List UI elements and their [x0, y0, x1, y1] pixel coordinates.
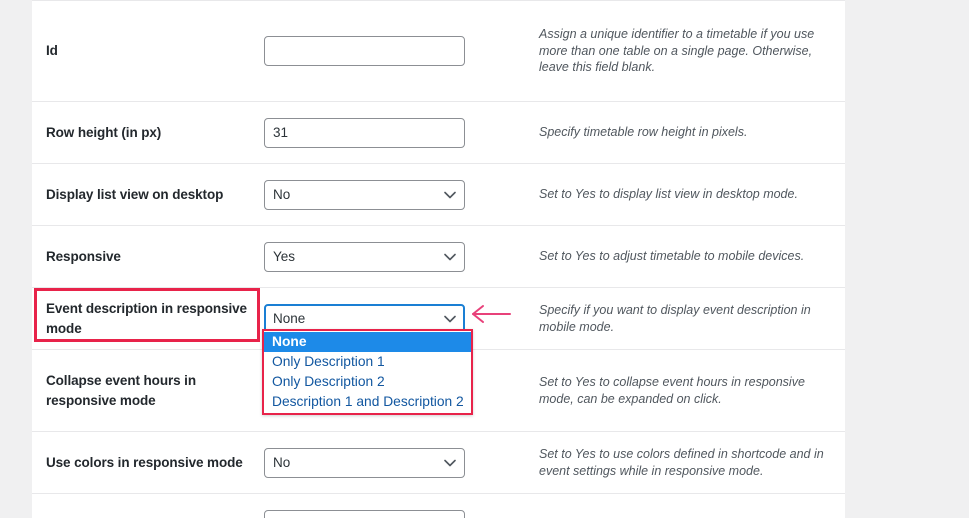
setting-field-row-height: [264, 117, 497, 148]
setting-description-row-height: Specify timetable row height in pixels.: [539, 125, 748, 140]
setting-label-responsive: Responsive: [46, 248, 121, 264]
table-row: Id Assign a unique identifier to a timet…: [32, 0, 845, 101]
dropdown-option-only-description-2[interactable]: Only Description 2: [264, 372, 471, 392]
setting-description-responsive: Set to Yes to adjust timetable to mobile…: [539, 249, 805, 264]
row-height-input[interactable]: [264, 117, 465, 148]
setting-label-display-list-view: Display list view on desktop: [46, 186, 224, 202]
use-colors-select[interactable]: No: [264, 447, 465, 478]
responsive-select-value[interactable]: Yes: [264, 241, 465, 272]
dropdown-option-only-description-1[interactable]: Only Description 1: [264, 352, 471, 372]
setting-field-use-colors: No: [264, 447, 497, 478]
setting-field-display-list-view: No: [264, 179, 497, 210]
settings-rows: Id Assign a unique identifier to a timet…: [32, 0, 845, 518]
setting-description-event-description: Specify if you want to display event des…: [539, 303, 811, 334]
setting-label-id: Id: [46, 43, 58, 58]
page-root: Id Assign a unique identifier to a timet…: [0, 0, 969, 518]
setting-field-id: [264, 36, 497, 66]
table-row: Use colors in responsive mode No Set to …: [32, 431, 845, 493]
dropdown-option-none[interactable]: None: [264, 332, 471, 352]
setting-field-partial: [264, 509, 497, 518]
use-colors-select-value[interactable]: No: [264, 447, 465, 478]
dropdown-option-description-1-and-2[interactable]: Description 1 and Description 2: [264, 392, 471, 412]
setting-label-use-colors: Use colors in responsive mode: [46, 454, 243, 470]
display-list-view-select-value[interactable]: No: [264, 179, 465, 210]
setting-description-display-list-view: Set to Yes to display list view in deskt…: [539, 187, 798, 202]
setting-label-event-description: Event description in responsive mode: [46, 300, 247, 336]
setting-description-id: Assign a unique identifier to a timetabl…: [539, 27, 815, 75]
settings-panel: Id Assign a unique identifier to a timet…: [32, 0, 845, 518]
display-list-view-select[interactable]: No: [264, 179, 465, 210]
setting-label-collapse-event-hours: Collapse event hours in responsive mode: [46, 372, 196, 408]
event-description-dropdown-list[interactable]: None Only Description 1 Only Description…: [262, 329, 473, 415]
table-row: Display list view on desktop No Set to Y…: [32, 163, 845, 225]
setting-description-use-colors: Set to Yes to use colors defined in shor…: [539, 447, 824, 478]
id-input[interactable]: [264, 36, 465, 66]
setting-field-responsive: Yes: [264, 241, 497, 272]
table-row: Responsive Yes Set to Yes to adjust time…: [32, 225, 845, 287]
partial-input[interactable]: [264, 509, 465, 518]
table-row: [32, 493, 845, 518]
responsive-select[interactable]: Yes: [264, 241, 465, 272]
setting-label-row-height: Row height (in px): [46, 124, 162, 140]
setting-description-collapse-event-hours: Set to Yes to collapse event hours in re…: [539, 375, 805, 406]
table-row: Row height (in px) Specify timetable row…: [32, 101, 845, 163]
